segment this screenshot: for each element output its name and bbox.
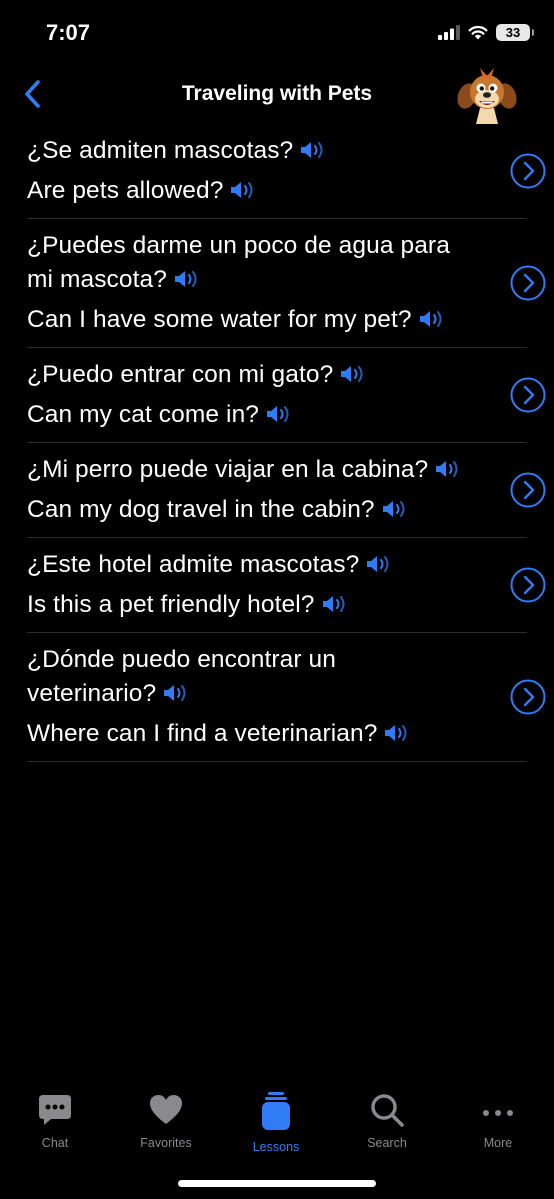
battery-level: 33 — [505, 25, 521, 40]
status-bar: 7:07 33 — [0, 0, 554, 64]
open-phrase-button[interactable] — [510, 265, 546, 301]
tab-label: Lessons — [252, 1140, 300, 1154]
cartoon-dog-icon — [457, 68, 517, 124]
english-text: Is this a pet friendly hotel? — [27, 591, 315, 618]
english-text: Can my cat come in? — [27, 401, 260, 428]
phrase-row: ¿Puedo entrar con mi gato? Can my cat co… — [27, 348, 546, 443]
phrase-row: ¿Se admiten mascotas? Are pets allowed? — [27, 124, 546, 219]
phrase-row: ¿Dónde puedo encontrar un veterinario? W… — [27, 633, 546, 762]
speaker-icon[interactable] — [418, 306, 446, 328]
tab-label: More — [483, 1136, 513, 1150]
open-phrase-button[interactable] — [510, 567, 546, 603]
chevron-right-circle-icon — [510, 153, 546, 189]
speaker-icon[interactable] — [299, 137, 327, 159]
phrase-list: ¿Se admiten mascotas? Are pets allowed? … — [0, 124, 554, 762]
speaker-icon[interactable] — [229, 177, 257, 199]
nav-bar: Traveling with Pets — [0, 64, 554, 124]
spanish-text: ¿Mi perro puede viajar en la cabina? — [27, 456, 429, 483]
spanish-text: ¿Este hotel admite mascotas? — [27, 551, 360, 578]
chevron-right-circle-icon — [510, 567, 546, 603]
spanish-text: ¿Puedo entrar con mi gato? — [27, 361, 334, 388]
english-phrase: Can my cat come in? — [27, 398, 467, 432]
chat-bubble-icon — [39, 1095, 71, 1125]
lessons-icon — [262, 1092, 290, 1130]
speaker-icon[interactable] — [365, 551, 393, 573]
spanish-phrase: ¿Puedo entrar con mi gato? — [27, 358, 467, 392]
tab-label: Search — [367, 1136, 407, 1150]
status-icons: 33 — [438, 24, 534, 41]
spanish-phrase: ¿Este hotel admite mascotas? — [27, 548, 467, 582]
spanish-phrase: ¿Dónde puedo encontrar un veterinario? — [27, 643, 467, 711]
chevron-right-circle-icon — [510, 377, 546, 413]
speaker-icon[interactable] — [173, 266, 201, 288]
tab-lessons[interactable]: Lessons — [226, 1092, 326, 1154]
speaker-icon[interactable] — [339, 361, 367, 383]
spanish-phrase: ¿Puedes darme un poco de agua para mi ma… — [27, 229, 467, 297]
tab-more[interactable]: More — [448, 1092, 548, 1150]
english-phrase: Where can I find a veterinarian? — [27, 717, 467, 751]
battery-indicator: 33 — [496, 24, 534, 41]
open-phrase-button[interactable] — [510, 153, 546, 189]
english-text: Can I have some water for my pet? — [27, 306, 412, 333]
cellular-signal-icon — [438, 25, 460, 40]
english-phrase: Is this a pet friendly hotel? — [27, 588, 467, 622]
status-time: 7:07 — [46, 20, 91, 45]
chevron-right-circle-icon — [510, 679, 546, 715]
open-phrase-button[interactable] — [510, 377, 546, 413]
home-indicator[interactable] — [178, 1180, 376, 1187]
heart-icon — [150, 1095, 182, 1124]
chevron-right-circle-icon — [510, 472, 546, 508]
avatar[interactable] — [456, 64, 518, 126]
tab-label: Chat — [41, 1136, 69, 1150]
phrase-row: ¿Mi perro puede viajar en la cabina? Can… — [27, 443, 546, 538]
english-text: Can my dog travel in the cabin? — [27, 496, 375, 523]
english-text: Are pets allowed? — [27, 177, 224, 204]
phrase-row: ¿Este hotel admite mascotas? Is this a p… — [27, 538, 546, 633]
spanish-text: ¿Se admiten mascotas? — [27, 137, 294, 164]
spanish-phrase: ¿Mi perro puede viajar en la cabina? — [27, 453, 467, 487]
speaker-icon[interactable] — [265, 401, 293, 423]
speaker-icon[interactable] — [434, 456, 462, 478]
english-phrase: Can I have some water for my pet? — [27, 303, 467, 337]
tab-favorites[interactable]: Favorites — [116, 1092, 216, 1150]
spanish-text: ¿Puedes darme un poco de agua para mi ma… — [27, 232, 450, 293]
tab-chat[interactable]: Chat — [5, 1092, 105, 1150]
english-phrase: Are pets allowed? — [27, 174, 467, 208]
search-icon — [371, 1094, 404, 1127]
speaker-icon[interactable] — [381, 496, 409, 518]
chevron-right-circle-icon — [510, 265, 546, 301]
tab-label: Favorites — [140, 1136, 192, 1150]
english-text: Where can I find a veterinarian? — [27, 720, 378, 747]
speaker-icon[interactable] — [321, 591, 349, 613]
open-phrase-button[interactable] — [510, 472, 546, 508]
speaker-icon[interactable] — [162, 680, 190, 702]
english-phrase: Can my dog travel in the cabin? — [27, 493, 467, 527]
wifi-icon — [468, 25, 488, 40]
spanish-phrase: ¿Se admiten mascotas? — [27, 134, 467, 168]
tab-search[interactable]: Search — [337, 1092, 437, 1150]
speaker-icon[interactable] — [383, 720, 411, 742]
more-icon — [483, 1110, 513, 1116]
phrase-row: ¿Puedes darme un poco de agua para mi ma… — [27, 219, 546, 348]
open-phrase-button[interactable] — [510, 679, 546, 715]
